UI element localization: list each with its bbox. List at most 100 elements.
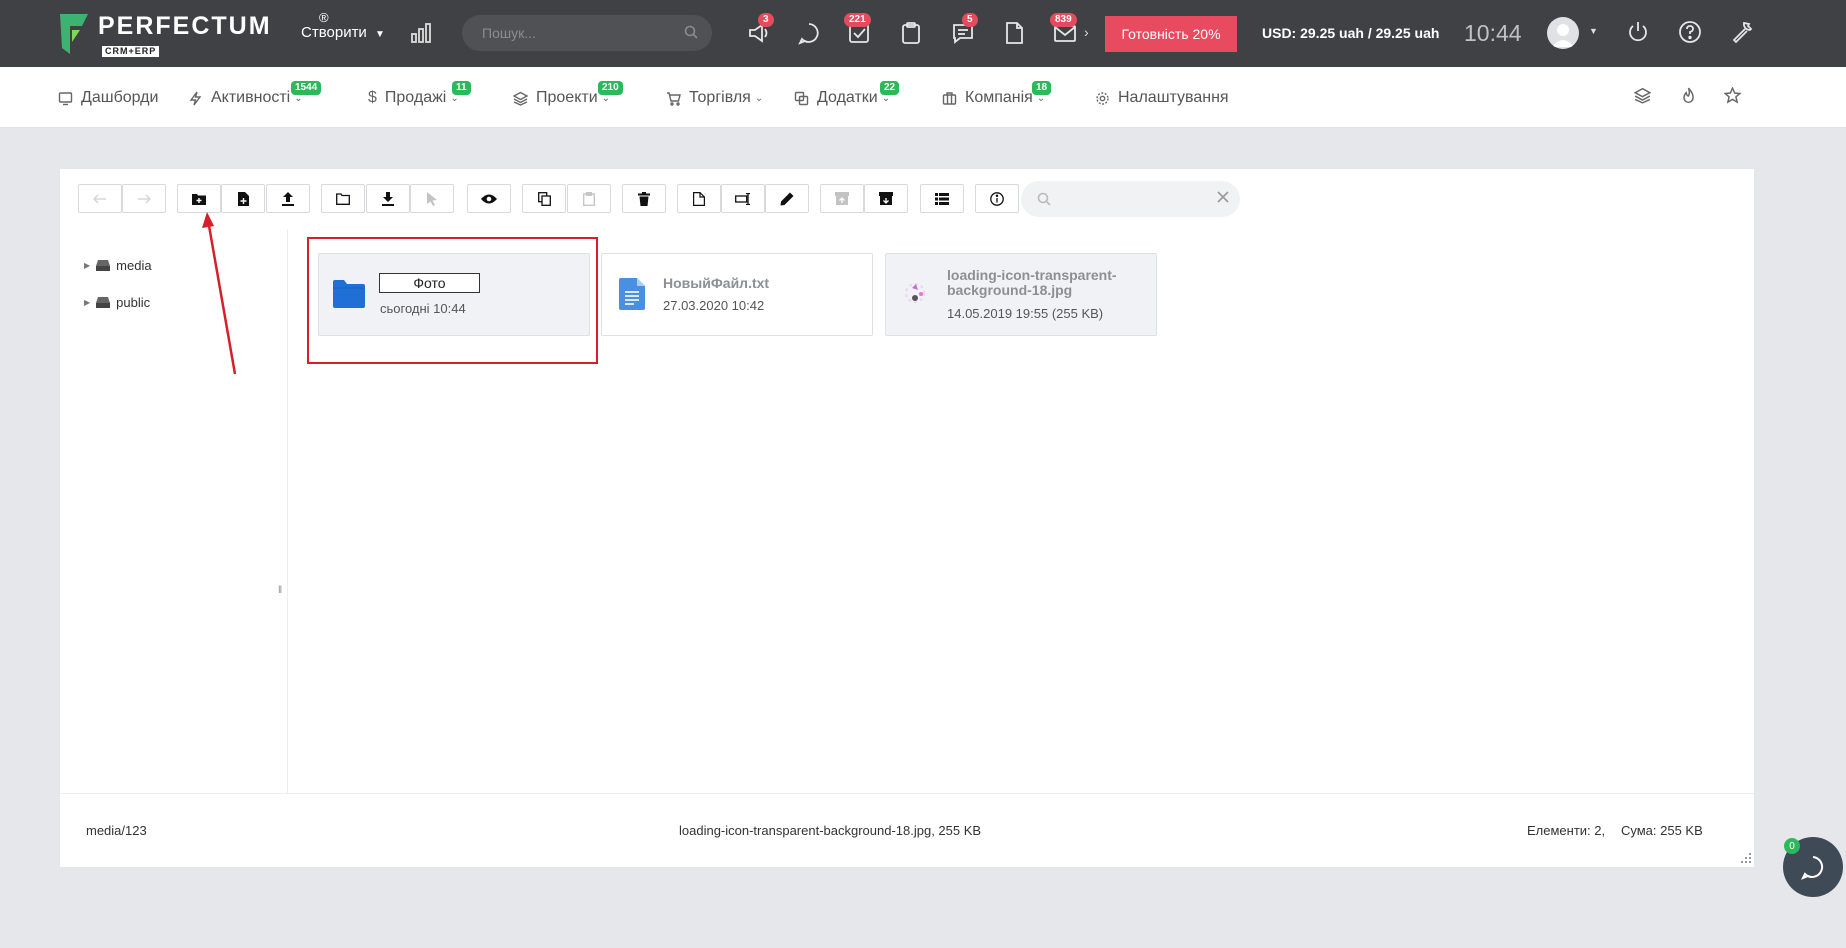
document-icon[interactable]: [1001, 20, 1029, 48]
back-button[interactable]: [78, 184, 122, 213]
resize-grip-icon[interactable]: [1740, 852, 1752, 867]
tree-item-media[interactable]: ▶ media: [84, 258, 152, 273]
layers-icon[interactable]: [1633, 87, 1652, 109]
view-toggle-button[interactable]: [920, 184, 964, 213]
gear-icon: [1095, 91, 1110, 106]
arrow-left-icon: [93, 194, 106, 203]
logo-mark-icon: [58, 12, 92, 56]
task-check-icon[interactable]: 221: [844, 13, 874, 48]
search-icon[interactable]: [684, 25, 698, 44]
star-icon[interactable]: [1723, 86, 1742, 109]
file-name: loading-icon-transparent- background-18.…: [947, 268, 1117, 298]
nav-item-settings[interactable]: Налаштування: [1095, 89, 1229, 107]
resize-handle[interactable]: ‖: [278, 585, 282, 596]
file-date: сьогодні 10:44: [380, 301, 466, 316]
delete-button[interactable]: [622, 184, 666, 213]
projects-badge: 210: [598, 81, 623, 95]
close-icon[interactable]: [1216, 190, 1230, 209]
briefcase-icon: [942, 91, 957, 106]
nav-item-activities[interactable]: Активності 1544 ⌄: [188, 81, 322, 107]
chevron-down-icon[interactable]: ▼: [1589, 26, 1598, 36]
logo-text: PERFECTUM: [98, 12, 272, 40]
tree-item-public[interactable]: ▶ public: [84, 295, 150, 310]
info-button[interactable]: [975, 184, 1019, 213]
file-name: НовыйФайл.txt: [663, 275, 770, 291]
chevron-down-icon: ⌄: [754, 92, 764, 104]
tasks-badge: 221: [844, 13, 871, 27]
wrench-icon[interactable]: [1730, 20, 1758, 48]
new-folder-button[interactable]: [177, 184, 221, 213]
archive-icon: [879, 192, 893, 205]
preview-button[interactable]: [467, 184, 511, 213]
copy-button[interactable]: [522, 184, 566, 213]
power-icon[interactable]: [1626, 20, 1654, 48]
file-card-text[interactable]: НовыйФайл.txt 27.03.2020 10:42: [601, 253, 873, 336]
folder-tree: ▶ media ▶ public ‖: [60, 229, 288, 793]
file-name-line1: loading-icon-transparent-: [947, 267, 1117, 283]
download-button[interactable]: [366, 184, 410, 213]
addons-badge: 22: [880, 81, 900, 95]
rename-button[interactable]: [721, 184, 765, 213]
messages-badge: 5: [962, 13, 978, 27]
nav-label: Налаштування: [1118, 89, 1229, 106]
nav-item-addons[interactable]: Додатки 22 ⌄: [794, 81, 900, 107]
rename-input[interactable]: [379, 273, 480, 293]
drive-icon: [96, 297, 111, 308]
clipboard-icon[interactable]: [898, 20, 926, 48]
pencil-icon: [780, 192, 794, 205]
logo[interactable]: PERFECTUM CRM+ERP ®: [58, 10, 329, 57]
open-folder-button[interactable]: [321, 184, 365, 213]
chevron-right-icon[interactable]: ›: [1084, 24, 1089, 40]
nav-label: Проекти: [536, 89, 598, 106]
nav-item-sales[interactable]: $ Продажі 11 ⌄: [368, 81, 471, 107]
layers-icon: [513, 91, 528, 106]
company-badge: 18: [1032, 81, 1052, 95]
folder-icon: [336, 192, 350, 205]
chat-bubble-icon[interactable]: [796, 20, 824, 48]
file-card-image[interactable]: loading-icon-transparent- background-18.…: [885, 253, 1157, 336]
create-menu-button[interactable]: Створити ▼: [301, 24, 385, 41]
new-file-button[interactable]: [221, 184, 265, 213]
duplicate-button[interactable]: [677, 184, 721, 213]
clock: 10:44: [1464, 20, 1522, 46]
download-icon: [382, 191, 394, 206]
status-bar: media/123 loading-icon-transparent-backg…: [60, 793, 1754, 869]
currency-rate: USD: 29.25 uah / 29.25 uah: [1262, 25, 1440, 41]
expand-arrow-icon[interactable]: ▶: [84, 261, 90, 270]
readiness-button[interactable]: Готовність 20%: [1105, 16, 1237, 52]
nav-label: Дашборди: [81, 89, 159, 106]
comments-icon[interactable]: 5: [950, 13, 978, 48]
search-icon: [1037, 192, 1051, 211]
nav-item-company[interactable]: Компанія 18 ⌄: [942, 81, 1052, 107]
eye-icon: [481, 194, 497, 203]
forward-button[interactable]: [122, 184, 166, 213]
fire-icon[interactable]: [1680, 87, 1697, 109]
file-search-input[interactable]: [1057, 181, 1207, 217]
paste-button[interactable]: [567, 184, 611, 213]
bar-chart-icon[interactable]: [410, 22, 432, 49]
image-thumbnail-icon: [900, 278, 930, 313]
activities-badge: 1544: [291, 81, 322, 95]
nav-label: Активності: [211, 89, 291, 106]
nav-item-projects[interactable]: Проекти 210 ⌄: [513, 81, 623, 107]
mail-icon[interactable]: 839: [1050, 13, 1080, 48]
upload-button[interactable]: [266, 184, 310, 213]
help-icon[interactable]: [1678, 20, 1706, 48]
nav-label: Додатки: [817, 89, 878, 106]
list-icon: [935, 192, 949, 205]
nav-label: Компанія: [965, 89, 1033, 106]
file-card-folder[interactable]: сьогодні 10:44: [318, 253, 590, 336]
nav-item-trade[interactable]: Торгівля ⌄: [666, 89, 763, 107]
archive-button[interactable]: [864, 184, 908, 213]
avatar[interactable]: [1547, 17, 1579, 49]
arrow-right-icon: [138, 194, 151, 203]
items-count: Елементи: 2,: [1527, 823, 1606, 838]
megaphone-icon[interactable]: 3: [746, 13, 774, 48]
select-button[interactable]: [410, 184, 454, 213]
edit-button[interactable]: [765, 184, 809, 213]
rename-icon: [735, 192, 750, 205]
extract-button[interactable]: [820, 184, 864, 213]
expand-arrow-icon[interactable]: ▶: [84, 298, 90, 307]
nav-item-dashboards[interactable]: Дашборди: [58, 89, 158, 107]
global-search-input[interactable]: [462, 15, 662, 51]
